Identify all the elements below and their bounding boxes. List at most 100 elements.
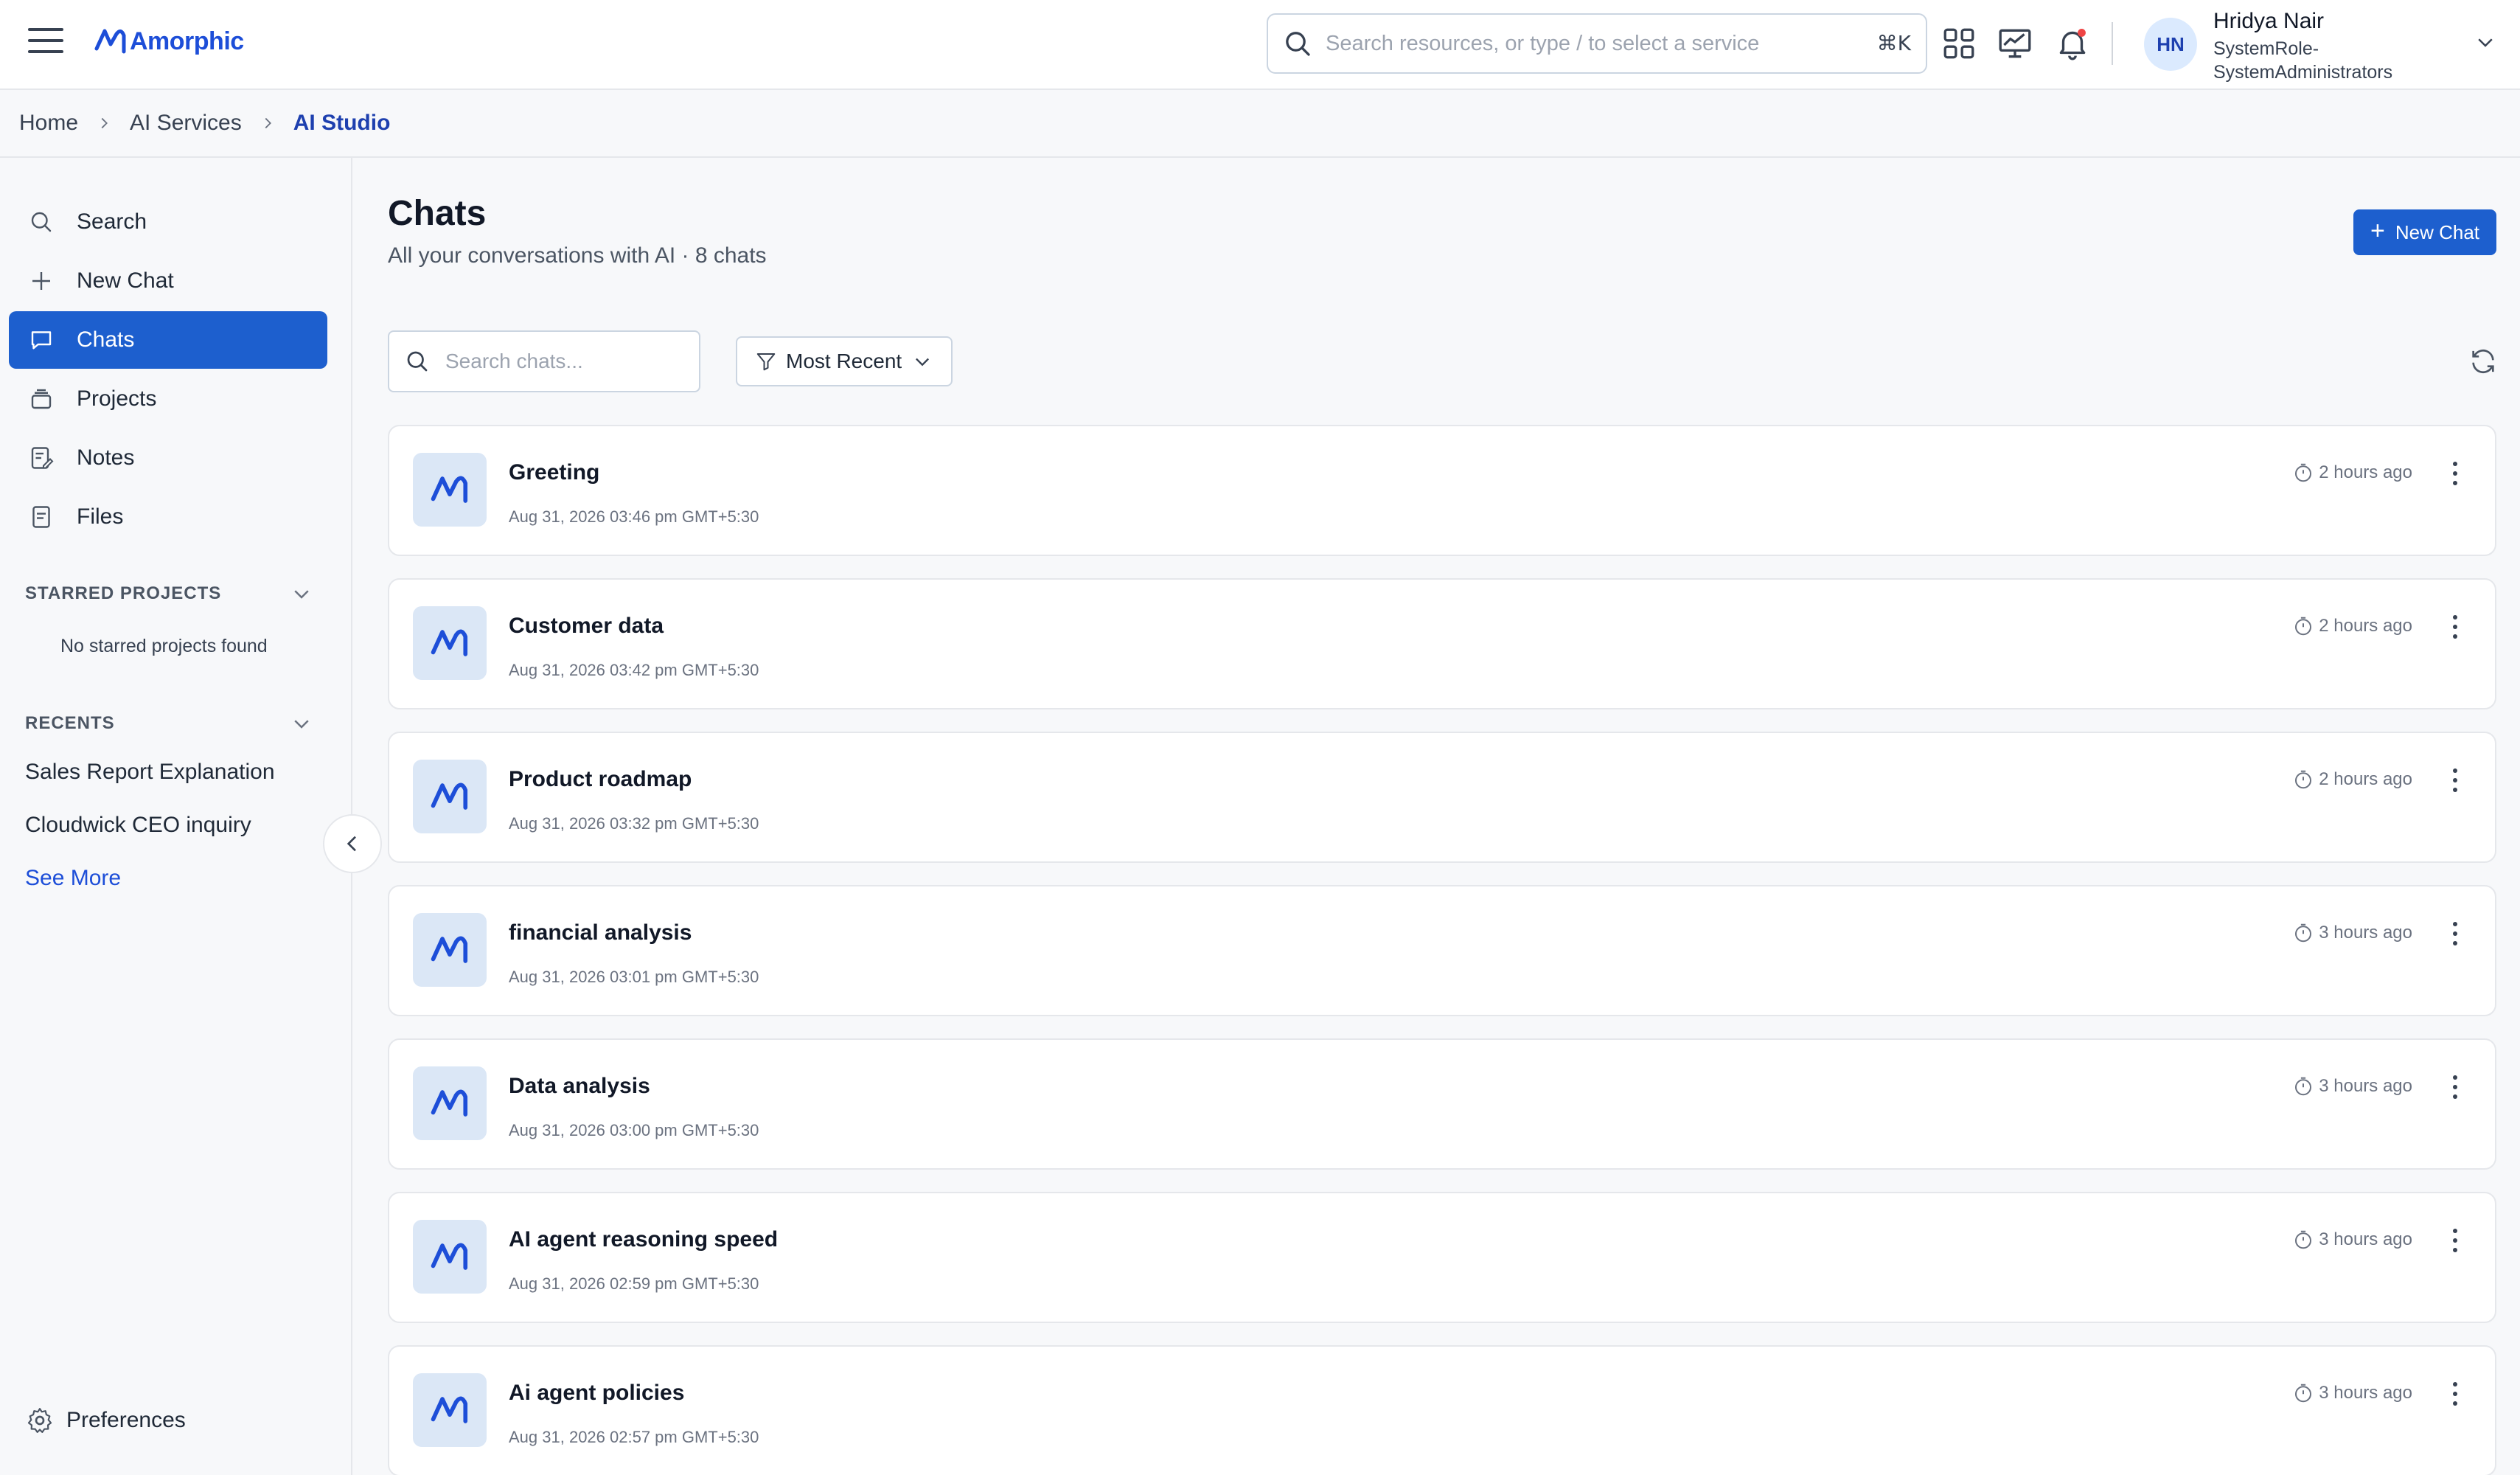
- chat-bubble-icon: [27, 325, 56, 355]
- chat-thumbnail: [413, 760, 487, 833]
- sidebar-item-chats[interactable]: Chats: [9, 311, 327, 369]
- chat-card[interactable]: AI agent reasoning speed Aug 31, 2026 02…: [388, 1192, 2496, 1323]
- chat-card[interactable]: Product roadmap Aug 31, 2026 03:32 pm GM…: [388, 732, 2496, 863]
- chat-date: Aug 31, 2026 03:42 pm GMT+5:30: [509, 661, 759, 679]
- bell-icon[interactable]: [2054, 25, 2091, 62]
- more-options-icon[interactable]: [2448, 1379, 2462, 1409]
- see-more-link[interactable]: See More: [25, 866, 121, 891]
- chat-thumbnail: [413, 453, 487, 527]
- apps-grid-icon[interactable]: [1941, 25, 1977, 62]
- sidebar-item-files[interactable]: Files: [9, 488, 327, 546]
- chevron-down-icon: [916, 358, 930, 367]
- more-options-icon[interactable]: [2448, 1072, 2462, 1102]
- page-subtitle: All your conversations with AI · 8 chats: [388, 243, 767, 268]
- amorphic-logo-icon: [431, 629, 468, 656]
- chat-title: Greeting: [509, 460, 600, 485]
- logo[interactable]: Amorphic: [94, 21, 244, 62]
- sidebar: Search New Chat Chats Projects Notes Fil…: [0, 158, 352, 1475]
- sort-label: Most Recent: [786, 350, 902, 372]
- chat-title: Ai agent policies: [509, 1381, 685, 1405]
- chat-search[interactable]: [388, 330, 700, 392]
- search-icon: [27, 207, 56, 237]
- chat-card[interactable]: Ai agent policies Aug 31, 2026 02:57 pm …: [388, 1345, 2496, 1475]
- chevron-right-icon: [96, 115, 112, 131]
- chat-ago: 2 hours ago: [2319, 462, 2412, 482]
- more-options-icon[interactable]: [2448, 1226, 2462, 1255]
- timer-icon: [2295, 923, 2312, 943]
- chat-ago: 2 hours ago: [2319, 769, 2412, 789]
- chat-title: Customer data: [509, 614, 664, 638]
- timer-icon: [2295, 1077, 2312, 1096]
- preferences-button[interactable]: Preferences: [25, 1406, 186, 1435]
- chat-time: 2 hours ago: [2292, 462, 2412, 484]
- amorphic-logo-icon: [431, 1089, 468, 1117]
- new-chat-button[interactable]: + New Chat: [2353, 209, 2496, 255]
- starred-projects-header[interactable]: STARRED PROJECTS: [25, 583, 313, 605]
- chat-date: Aug 31, 2026 03:46 pm GMT+5:30: [509, 507, 759, 526]
- chat-date: Aug 31, 2026 03:01 pm GMT+5:30: [509, 968, 759, 986]
- chat-card[interactable]: financial analysis Aug 31, 2026 03:01 pm…: [388, 885, 2496, 1016]
- sidebar-item-label: Projects: [77, 386, 157, 411]
- search-icon: [1286, 32, 1310, 56]
- sidebar-item-label: Files: [77, 504, 124, 529]
- more-options-icon[interactable]: [2448, 766, 2462, 795]
- logo-text: Amorphic: [130, 27, 244, 55]
- plus-icon: [27, 266, 56, 296]
- chat-time: 3 hours ago: [2292, 1229, 2412, 1251]
- sidebar-item-label: Search: [77, 209, 147, 234]
- chat-thumbnail: [413, 1220, 487, 1294]
- chat-title: Product roadmap: [509, 767, 692, 791]
- analytics-icon[interactable]: [1997, 25, 2033, 62]
- more-options-icon[interactable]: [2448, 919, 2462, 948]
- chat-title: Data analysis: [509, 1074, 650, 1098]
- filter-icon: [756, 353, 776, 371]
- hamburger-menu-icon[interactable]: [28, 28, 63, 60]
- amorphic-logo-icon: [431, 1396, 468, 1423]
- recents-header[interactable]: RECENTS: [25, 712, 313, 735]
- sidebar-item-notes[interactable]: Notes: [9, 429, 327, 487]
- sidebar-item-new-chat[interactable]: New Chat: [9, 252, 327, 310]
- top-bar: Amorphic ⌘K HN Hridya Nair SystemRole-Sy…: [0, 0, 2520, 90]
- timer-icon: [2295, 617, 2312, 636]
- chat-thumbnail: [413, 606, 487, 680]
- chat-title: AI agent reasoning speed: [509, 1227, 779, 1252]
- chat-thumbnail: [413, 913, 487, 987]
- amorphic-logo-icon: [431, 476, 468, 503]
- chat-time: 3 hours ago: [2292, 1382, 2412, 1404]
- sidebar-item-label: New Chat: [77, 268, 174, 293]
- more-options-icon[interactable]: [2448, 612, 2462, 642]
- global-search[interactable]: ⌘K: [1267, 13, 1927, 74]
- plus-icon: +: [2370, 216, 2385, 245]
- chat-ago: 3 hours ago: [2319, 1229, 2412, 1249]
- chat-card[interactable]: Customer data Aug 31, 2026 03:42 pm GMT+…: [388, 578, 2496, 709]
- more-options-icon[interactable]: [2448, 459, 2462, 488]
- chat-date: Aug 31, 2026 02:59 pm GMT+5:30: [509, 1274, 759, 1293]
- breadcrumb: Home AI Services AI Studio: [0, 90, 2520, 158]
- chat-ago: 3 hours ago: [2319, 1383, 2412, 1403]
- user-role: SystemRole-SystemAdministrators: [2213, 38, 2393, 83]
- chat-search-input[interactable]: [445, 350, 666, 373]
- chat-card[interactable]: Data analysis Aug 31, 2026 03:00 pm GMT+…: [388, 1038, 2496, 1170]
- header-divider: [2112, 22, 2113, 65]
- global-search-input[interactable]: [1326, 31, 1842, 56]
- chevron-down-icon[interactable]: [2474, 31, 2496, 53]
- chat-card[interactable]: Greeting Aug 31, 2026 03:46 pm GMT+5:30 …: [388, 425, 2496, 556]
- gear-icon: [25, 1406, 55, 1435]
- breadcrumb-home[interactable]: Home: [19, 111, 78, 136]
- collapse-sidebar-button[interactable]: [323, 814, 382, 873]
- user-name: Hridya Nair: [2213, 9, 2325, 33]
- avatar[interactable]: HN: [2144, 18, 2197, 71]
- sidebar-item-search[interactable]: Search: [9, 193, 327, 251]
- chevron-right-icon: [260, 115, 276, 131]
- recent-item[interactable]: Cloudwick CEO inquiry: [25, 813, 251, 838]
- chat-ago: 2 hours ago: [2319, 616, 2412, 636]
- recent-item[interactable]: Sales Report Explanation: [25, 760, 275, 785]
- sidebar-item-projects[interactable]: Projects: [9, 370, 327, 428]
- notes-icon: [27, 443, 56, 473]
- refresh-icon[interactable]: [2468, 347, 2498, 376]
- sort-dropdown[interactable]: Most Recent: [736, 336, 953, 386]
- chat-thumbnail: [413, 1066, 487, 1140]
- chat-date: Aug 31, 2026 02:57 pm GMT+5:30: [509, 1428, 759, 1446]
- breadcrumb-ai-services[interactable]: AI Services: [130, 111, 242, 136]
- section-heading: RECENTS: [25, 713, 115, 733]
